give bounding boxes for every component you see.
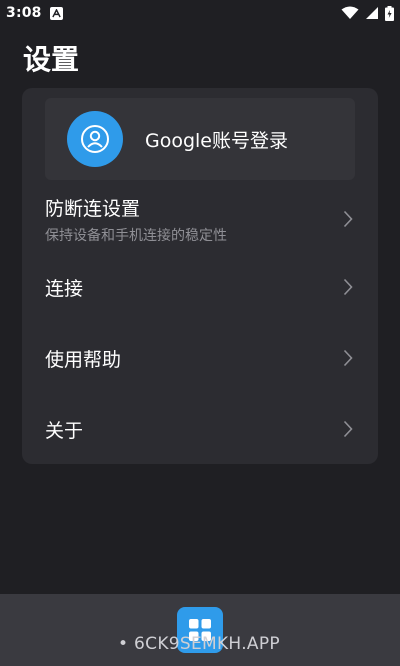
cellular-signal-icon [365, 6, 379, 20]
page-title: 设置 [23, 43, 80, 76]
menu-item-label: 使用帮助 [45, 348, 122, 371]
menu-text: 防断连设置 保持设备和手机连接的稳定性 [45, 194, 227, 245]
chevron-right-icon [343, 349, 353, 367]
wifi-icon [341, 6, 359, 20]
status-bar: 3:08 [0, 0, 400, 26]
menu-item-connection[interactable]: 连接 [45, 271, 355, 303]
watermark-text: • 6CK9SEMKH.APP [118, 634, 280, 654]
status-left: 3:08 [6, 5, 63, 21]
menu-item-help[interactable]: 使用帮助 [45, 342, 355, 374]
google-login-label: Google账号登录 [145, 129, 289, 152]
menu-item-anti-disconnect[interactable]: 防断连设置 保持设备和手机连接的稳定性 [45, 194, 355, 244]
menu-item-subtitle: 保持设备和手机连接的稳定性 [45, 227, 227, 244]
status-right [341, 5, 394, 21]
a-letter-icon [49, 6, 63, 20]
battery-icon [385, 5, 394, 21]
user-avatar-icon [67, 111, 123, 167]
menu-item-about[interactable]: 关于 [45, 413, 355, 445]
bottom-bar: • 6CK9SEMKH.APP [0, 594, 400, 666]
google-login-button[interactable]: Google账号登录 [45, 98, 355, 180]
menu-item-label: 关于 [45, 419, 84, 442]
chevron-right-icon [343, 210, 353, 228]
menu-item-label: 防断连设置 [45, 197, 141, 220]
chevron-right-icon [343, 278, 353, 296]
chevron-right-icon [343, 420, 353, 438]
menu-item-label: 连接 [45, 277, 84, 300]
settings-card: Google账号登录 防断连设置 保持设备和手机连接的稳定性 连接 使用帮助 关… [22, 88, 378, 464]
status-time: 3:08 [6, 5, 42, 21]
